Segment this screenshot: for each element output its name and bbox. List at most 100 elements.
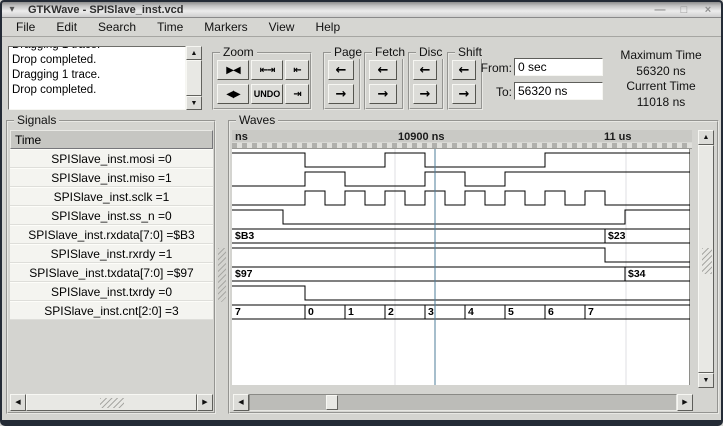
waveform-svg[interactable]: $B3$23$97$34701234567 <box>232 149 690 385</box>
menu-bar: File Edit Search Time Markers View Help <box>2 18 721 37</box>
waves-scroll-down-icon[interactable]: ▼ <box>698 373 714 388</box>
splitter-grip <box>218 248 226 302</box>
zoom-out-button[interactable]: ◀▶ <box>217 84 249 104</box>
close-button[interactable]: × <box>701 3 715 17</box>
signal-row[interactable]: SPISlave_inst.txdata[7:0] =$97 <box>10 263 213 282</box>
log-line-clipped: Dragging 1 trace. <box>12 46 185 53</box>
zoom-frame-label: Zoom <box>220 45 257 59</box>
signal-row[interactable]: SPISlave_inst.sclk =1 <box>10 187 213 206</box>
maximum-time-value: 56320 ns <box>604 64 718 80</box>
disc-right-button[interactable]: → <box>413 84 437 104</box>
to-input[interactable] <box>514 82 603 100</box>
waves-hscroll-track[interactable] <box>249 394 677 411</box>
fetch-right-button[interactable]: → <box>369 84 397 104</box>
title-bar[interactable]: ▾ GTKWave - SPISlave_inst.vcd — □ × <box>2 2 721 18</box>
thumb-grip <box>100 398 124 408</box>
trace-ss_n <box>232 210 690 224</box>
trace-txrdy <box>232 286 690 300</box>
log-line: Dragging 1 trace. <box>12 68 185 83</box>
wave-timeline[interactable]: ns 10900 ns 11 us <box>232 130 692 149</box>
menu-item-file[interactable]: File <box>16 20 35 34</box>
bus-value-label: 4 <box>468 306 474 318</box>
from-input[interactable] <box>514 58 603 76</box>
waves-vscroll-thumb[interactable] <box>698 145 714 373</box>
menu-item-search[interactable]: Search <box>98 20 136 34</box>
disc-frame-label: Disc <box>416 45 445 59</box>
current-time-value: 11018 ns <box>604 95 718 111</box>
bus-value-label: 1 <box>348 306 354 318</box>
signal-row[interactable]: SPISlave_inst.cnt[2:0] =3 <box>10 301 213 320</box>
menu-item-view[interactable]: View <box>269 20 295 34</box>
waves-scroll-left-icon[interactable]: ◀ <box>233 394 249 411</box>
waves-hscroll-thumb[interactable] <box>326 395 338 410</box>
bus-value-label: 5 <box>508 306 514 318</box>
signals-scroll-thumb[interactable] <box>26 394 197 411</box>
signals-scroll-left-icon[interactable]: ◀ <box>10 394 26 411</box>
fetch-frame: Fetch←→ <box>364 52 404 110</box>
signal-row[interactable]: SPISlave_inst.rxdata[7:0] =$B3 <box>10 225 213 244</box>
bus-value-label: 3 <box>428 306 434 318</box>
bus-value-label: 7 <box>588 306 594 318</box>
pane-splitter[interactable] <box>217 122 227 412</box>
signals-time-header[interactable]: Time <box>10 130 213 149</box>
waves-scroll-up-icon[interactable]: ▲ <box>698 130 714 145</box>
minimize-button[interactable]: — <box>653 3 667 17</box>
bus-value-label: $B3 <box>235 230 254 242</box>
log-scroll-thumb[interactable] <box>186 60 202 96</box>
from-label: From: <box>478 61 512 75</box>
signals-frame-label: Signals <box>14 113 59 127</box>
signals-scroll-right-icon[interactable]: ▶ <box>197 394 213 411</box>
zoom-to-start-button[interactable]: ⇤ <box>285 60 309 80</box>
message-log[interactable]: Dragging 1 trace.Drop completed.Dragging… <box>8 46 186 110</box>
maximum-time-label: Maximum Time <box>604 48 718 64</box>
waves-frame-label: Waves <box>236 113 278 127</box>
signal-row[interactable]: SPISlave_inst.miso =1 <box>10 168 213 187</box>
page-frame-label: Page <box>331 45 365 59</box>
zoom-fit-button[interactable]: ⇤⇥ <box>251 60 283 80</box>
gtkwave-window: ▾ GTKWave - SPISlave_inst.vcd — □ × File… <box>0 0 723 426</box>
menu-item-edit[interactable]: Edit <box>56 20 77 34</box>
log-scroll-down-icon[interactable]: ▼ <box>186 96 202 110</box>
wave-canvas[interactable]: $B3$23$97$34701234567 <box>232 149 690 385</box>
disc-left-button[interactable]: ← <box>413 60 437 80</box>
zoom-in-button[interactable]: ▶◀ <box>217 60 249 80</box>
trace-sclk <box>232 191 690 205</box>
window-title: GTKWave - SPISlave_inst.vcd <box>28 4 183 16</box>
waves-scroll-right-icon[interactable]: ▶ <box>677 394 693 411</box>
page-frame: Page←→ <box>323 52 361 110</box>
zoom-to-end-button[interactable]: ⇥ <box>285 84 309 104</box>
zoom-frame: Zoom ▶◀⇤⇥⇤◀▶UNDO⇥ <box>212 52 312 110</box>
signal-row[interactable]: SPISlave_inst.mosi =0 <box>10 149 213 168</box>
signal-row[interactable]: SPISlave_inst.txrdy =0 <box>10 282 213 301</box>
menu-item-time[interactable]: Time <box>157 20 183 34</box>
fetch-frame-label: Fetch <box>372 45 408 59</box>
page-right-button[interactable]: → <box>328 84 354 104</box>
menu-item-markers[interactable]: Markers <box>204 20 247 34</box>
timeline-label: 11 us <box>604 131 632 143</box>
log-scrollbar[interactable]: ▲ ▼ <box>186 46 202 110</box>
signal-row[interactable]: SPISlave_inst.rxrdy =1 <box>10 244 213 263</box>
trace-miso <box>232 172 690 186</box>
window-menu-icon[interactable]: ▾ <box>2 3 22 17</box>
log-line: Drop completed. <box>12 83 185 98</box>
bus-value-label: 2 <box>388 306 394 318</box>
timeline-label: 10900 ns <box>398 131 444 143</box>
shift-left-button[interactable]: ← <box>452 60 476 80</box>
page-left-button[interactable]: ← <box>328 60 354 80</box>
zoom-undo-button[interactable]: UNDO <box>251 84 283 104</box>
fetch-left-button[interactable]: ← <box>369 60 397 80</box>
bus-value-label: 7 <box>235 306 241 318</box>
thumb-grip <box>702 248 712 274</box>
log-lines: Dragging 1 trace.Drop completed.Dragging… <box>12 46 185 98</box>
shift-right-button[interactable]: → <box>452 84 476 104</box>
bus-value-label: $97 <box>235 268 253 280</box>
menu-item-help[interactable]: Help <box>315 20 340 34</box>
log-line: Drop completed. <box>12 53 185 68</box>
timeline-label: ns <box>235 131 248 143</box>
bus-value-label: $23 <box>608 230 626 242</box>
signal-row[interactable]: SPISlave_inst.ss_n =0 <box>10 206 213 225</box>
bus-value-label: 0 <box>308 306 314 318</box>
log-scroll-up-icon[interactable]: ▲ <box>186 46 202 60</box>
trace-mosi <box>232 153 690 167</box>
maximize-button[interactable]: □ <box>677 3 691 17</box>
